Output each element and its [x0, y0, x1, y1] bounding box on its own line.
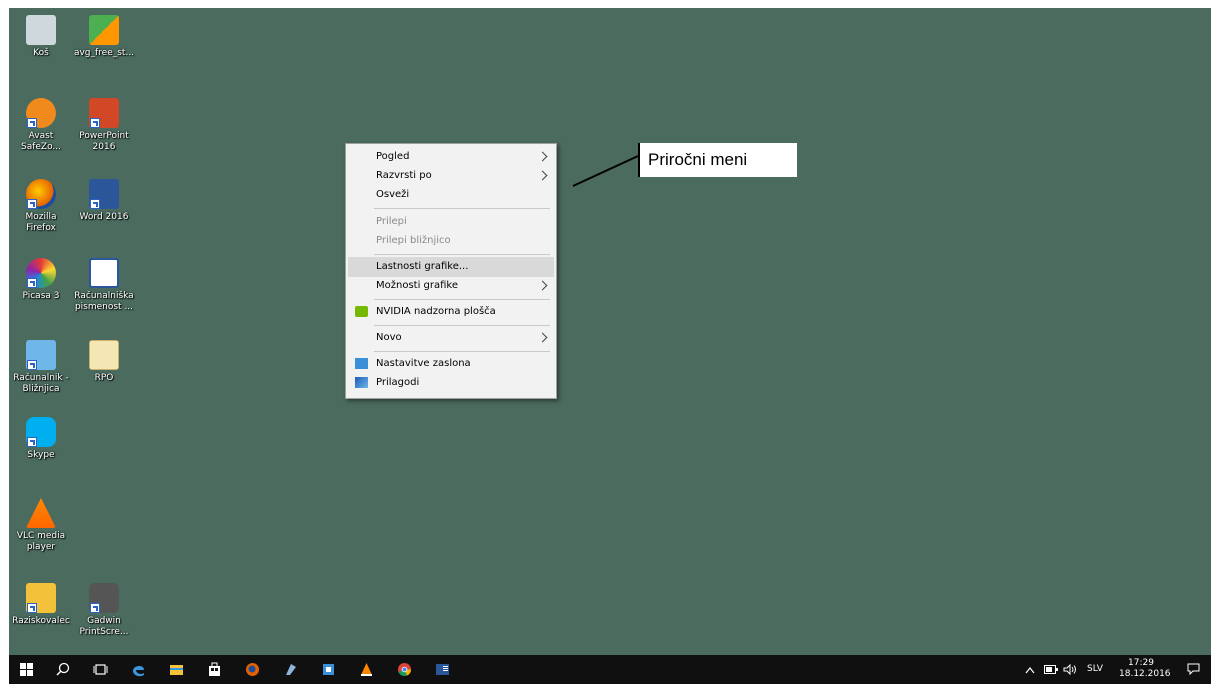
battery-icon [1044, 665, 1058, 674]
word-button[interactable] [427, 655, 457, 684]
display-settings-icon [355, 358, 368, 369]
vlc-button[interactable] [351, 655, 381, 684]
app2-icon [323, 664, 334, 675]
clock-time: 17:29 [1128, 658, 1154, 668]
personalize-icon [355, 377, 368, 388]
callout-line [572, 155, 639, 187]
action-center-button[interactable] [1187, 663, 1200, 692]
chrome-icon [398, 663, 411, 676]
clock[interactable]: 17:29 18.12.2016 [1119, 658, 1171, 687]
menu-item-graphics-properties[interactable]: Lastnosti grafike... [348, 257, 554, 277]
avg-installer-icon [89, 15, 119, 45]
search-icon [56, 662, 70, 676]
file-explorer-icon [170, 665, 183, 675]
word-document-desktop-icon[interactable]: Računalniška pismenost ... [73, 258, 135, 313]
vlc-icon [26, 498, 56, 528]
word-document-icon [89, 258, 119, 288]
edge-button[interactable] [123, 655, 153, 684]
callout-text: Priročni meni [648, 150, 748, 169]
file-explorer-desktop-icon[interactable]: Raziskovalec [10, 583, 72, 627]
chevron-right-icon [537, 170, 548, 181]
powerpoint-desktop-icon[interactable]: PowerPoint 2016 [73, 98, 135, 153]
menu-item-nvidia-control-panel[interactable]: NVIDIA nadzorna plošča [348, 302, 554, 322]
word-icon [89, 179, 119, 209]
file-explorer-button[interactable] [161, 655, 191, 684]
chevron-up-icon [1025, 667, 1035, 674]
menu-item-paste[interactable]: Prilepi [348, 212, 554, 232]
store-button[interactable] [199, 655, 229, 684]
search-button[interactable] [47, 655, 77, 684]
store-icon [209, 662, 220, 676]
menu-item-graphics-options[interactable]: Možnosti grafike [348, 276, 554, 296]
chevron-right-icon [537, 332, 548, 343]
powerpoint-icon [89, 98, 119, 128]
nvidia-icon [355, 306, 368, 317]
menu-item-personalize[interactable]: Prilagodi [348, 373, 554, 393]
firefox-button[interactable] [237, 655, 267, 684]
menu-item-sort-by[interactable]: Razvrsti po [348, 166, 554, 186]
skype-icon [26, 417, 56, 447]
file-explorer-icon [26, 583, 56, 613]
picasa-icon [26, 258, 56, 288]
vlc-icon [361, 663, 372, 676]
callout-label: Priročni meni [638, 143, 797, 177]
picasa-desktop-icon[interactable]: Picasa 3 [10, 258, 72, 302]
system-tray: SLV 17:29 18.12.2016 [1011, 655, 1211, 684]
firefox-desktop-icon[interactable]: Mozilla Firefox [10, 179, 72, 234]
computer-desktop-icon[interactable]: Računalnik - Bližnjica [10, 340, 72, 395]
menu-separator [374, 351, 550, 352]
avg-installer-desktop-icon[interactable]: avg_free_st... [73, 15, 135, 59]
gadwin-icon [89, 583, 119, 613]
folder-icon [89, 340, 119, 370]
menu-item-paste-shortcut[interactable]: Prilepi bližnjico [348, 231, 554, 251]
chrome-button[interactable] [389, 655, 419, 684]
speaker-icon [1063, 663, 1076, 676]
menu-separator [374, 325, 550, 326]
avast-desktop-icon[interactable]: Avast SafeZo... [10, 98, 72, 153]
menu-separator [374, 299, 550, 300]
recycle-bin-desktop-icon[interactable]: Koš [10, 15, 72, 59]
start-icon [20, 663, 33, 676]
menu-item-refresh[interactable]: Osveži [348, 185, 554, 205]
clock-date: 18.12.2016 [1119, 669, 1171, 679]
vlc-desktop-icon[interactable]: VLC media player [10, 498, 72, 553]
chevron-right-icon [537, 151, 548, 162]
avast-safezone-icon [26, 98, 56, 128]
skype-desktop-icon[interactable]: Skype [10, 417, 72, 461]
menu-item-view[interactable]: Pogled [348, 147, 554, 167]
app-button[interactable] [275, 655, 305, 684]
firefox-icon [26, 179, 56, 209]
gadwin-desktop-icon[interactable]: Gadwin PrintScre... [73, 583, 135, 638]
battery-button[interactable] [1044, 665, 1058, 694]
app2-button[interactable] [313, 655, 343, 684]
desktop-context-menu: Pogled Razvrsti po Osveži Prilepi Prilep… [345, 143, 557, 399]
word-desktop-icon[interactable]: Word 2016 [73, 179, 135, 223]
menu-separator [374, 208, 550, 209]
menu-item-display-settings[interactable]: Nastavitve zaslona [348, 354, 554, 374]
folder-desktop-icon[interactable]: RPO [73, 340, 135, 384]
app-icon [286, 664, 296, 675]
computer-icon [26, 340, 56, 370]
volume-button[interactable] [1063, 663, 1079, 693]
word-icon [436, 664, 449, 675]
menu-item-new[interactable]: Novo [348, 328, 554, 348]
edge-icon [133, 665, 144, 677]
recycle-bin-icon [26, 15, 56, 45]
taskbar: SLV 17:29 18.12.2016 [9, 655, 1211, 684]
start-button[interactable] [11, 655, 41, 684]
notification-icon [1187, 663, 1200, 676]
task-view-icon [93, 664, 108, 675]
task-view-button[interactable] [85, 655, 115, 684]
language-indicator[interactable]: SLV [1087, 664, 1103, 693]
firefox-icon [246, 663, 259, 676]
desktop[interactable]: Koš avg_free_st... Avast SafeZo... Power… [9, 8, 1211, 655]
show-hidden-icons-button[interactable] [1025, 664, 1035, 693]
menu-separator [374, 254, 550, 255]
chevron-right-icon [537, 280, 548, 291]
